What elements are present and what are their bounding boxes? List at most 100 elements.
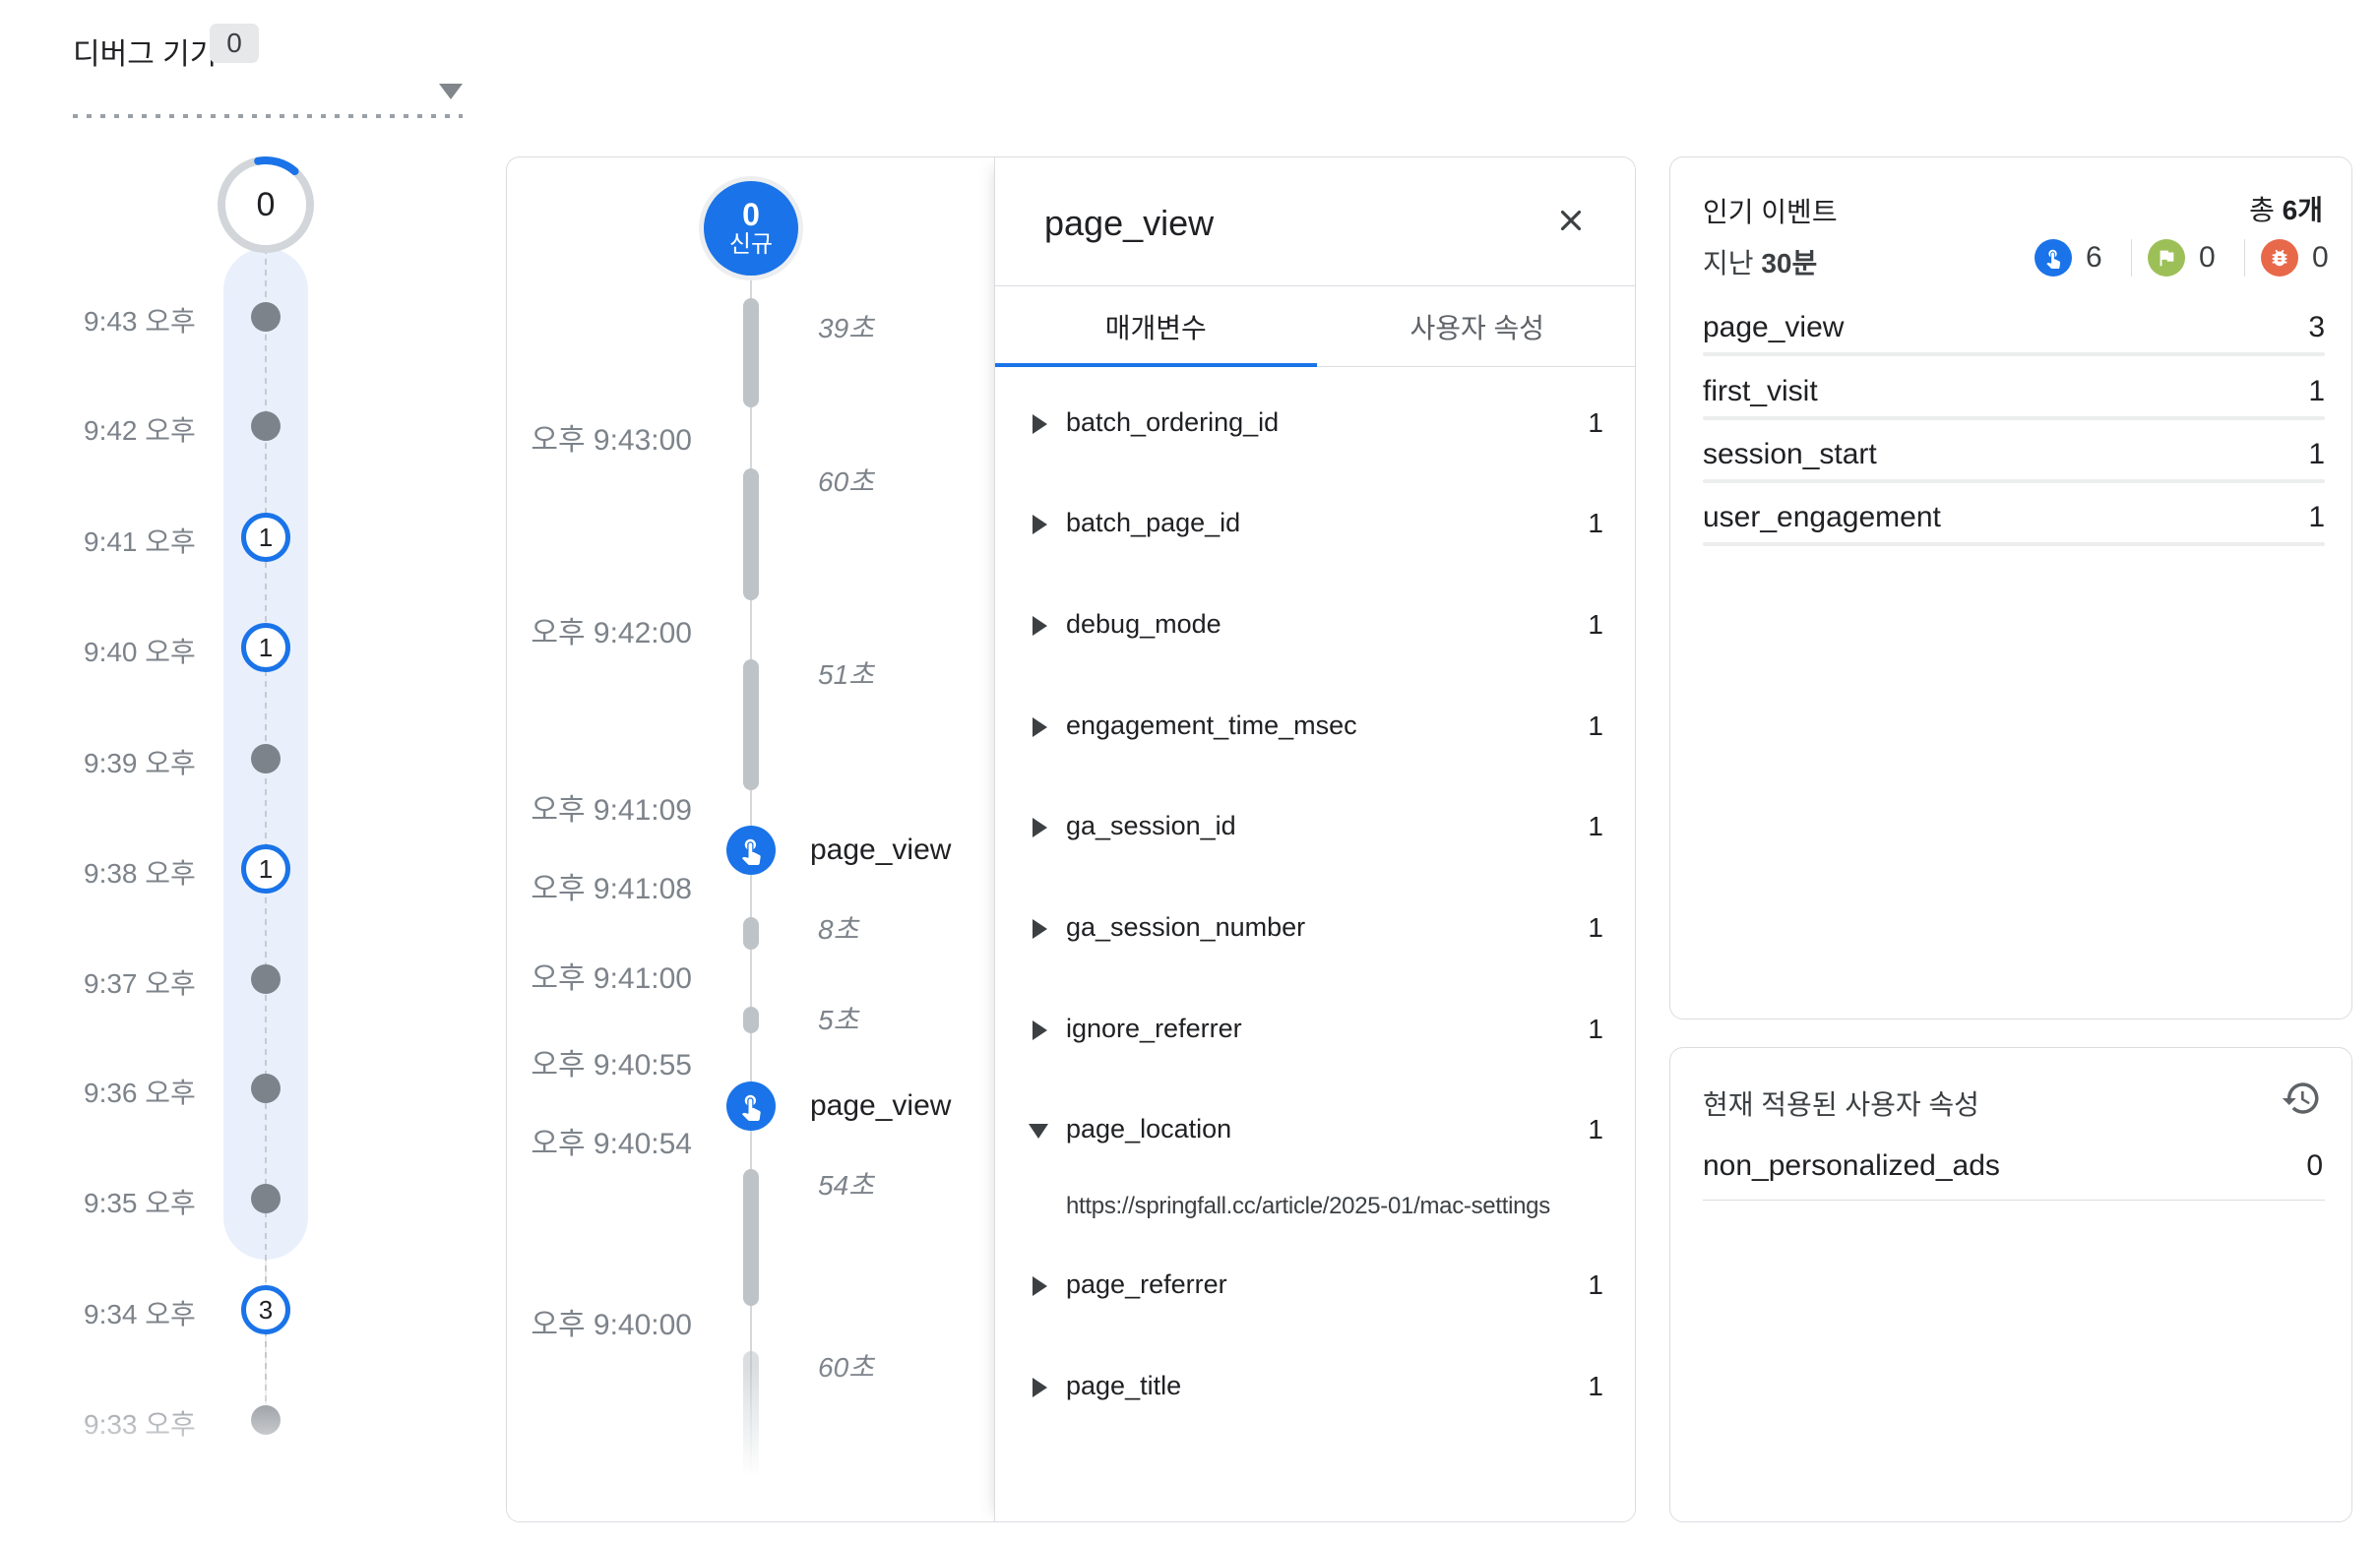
stream-event-name: page_view — [810, 834, 951, 867]
touch-event-icon — [726, 826, 776, 875]
top-event-name: first_visit — [1703, 375, 1818, 408]
event-stream-card: 0 신규 오후 9:43:00 오후 9:42:00 오후 9:41:09 오후… — [506, 156, 1636, 1522]
top-events-card: 인기 이벤트 총 6개 지난 30분 6 0 — [1669, 156, 2352, 1020]
timeline-count-marker[interactable]: 1 — [241, 844, 290, 894]
window-bold: 30분 — [1761, 248, 1817, 278]
user-properties-card: 현재 적용된 사용자 속성 non_personalized_ads 0 — [1669, 1047, 2352, 1522]
debug-device-count-badge: 0 — [210, 24, 259, 63]
tab-user-properties[interactable]: 사용자 속성 — [1317, 286, 1637, 367]
history-icon[interactable] — [2281, 1078, 2322, 1119]
param-detail-value: https://springfall.cc/article/2025-01/ma… — [1066, 1193, 1550, 1220]
stream-time-label: 오후 9:41:08 — [507, 864, 692, 907]
param-name: page_referrer — [1066, 1269, 1227, 1300]
param-row[interactable]: engagement_time_msec 1 — [995, 697, 1636, 756]
stream-event-row[interactable]: page_view — [726, 1082, 951, 1131]
tab-parameters[interactable]: 매개변수 — [995, 286, 1317, 367]
param-value: 1 — [1588, 711, 1603, 742]
param-row[interactable]: debug_mode 1 — [995, 595, 1636, 654]
param-row[interactable]: ga_session_id 1 — [995, 797, 1636, 856]
timeline-dot[interactable] — [251, 964, 281, 994]
error-count: 0 — [2312, 241, 2342, 275]
param-row[interactable]: batch_page_id 1 — [995, 494, 1636, 553]
timeline-dot[interactable] — [251, 1074, 281, 1103]
param-name: ga_session_number — [1066, 912, 1305, 943]
new-events-badge: 0 신규 — [704, 181, 798, 276]
bug-icon[interactable] — [2261, 239, 2298, 277]
expand-arrow-icon — [1033, 515, 1047, 534]
timeline-dot[interactable] — [251, 302, 281, 332]
touch-event-icon[interactable] — [2035, 239, 2072, 277]
timeline-dot[interactable] — [251, 1184, 281, 1213]
stream-event-name: page_view — [810, 1089, 951, 1123]
param-value: 1 — [1588, 1269, 1603, 1301]
conversion-count: 0 — [2199, 241, 2228, 275]
param-name: batch_page_id — [1066, 508, 1240, 538]
param-row[interactable]: ignore_referrer 1 — [995, 1000, 1636, 1059]
timeline-now-count: 0 — [215, 154, 317, 256]
timeline-time-label: 9:35 오후 — [84, 1182, 196, 1221]
new-events-label: 신규 — [729, 231, 773, 259]
stream-activity-segment — [743, 1169, 759, 1306]
event-type-counters: 6 0 0 — [2035, 239, 2342, 277]
new-events-count: 0 — [742, 198, 760, 231]
collapse-arrow-icon — [1029, 1124, 1048, 1139]
timeline-count-marker[interactable]: 1 — [241, 623, 290, 672]
touch-event-count: 6 — [2086, 241, 2115, 275]
top-event-name: session_start — [1703, 438, 1877, 471]
param-value: 1 — [1588, 1014, 1603, 1045]
timeline-time-label: 9:36 오후 — [84, 1072, 196, 1111]
event-bar-track — [1703, 352, 2325, 356]
time-window-label: 지난 30분 — [1703, 242, 1817, 281]
detail-tabbar: 매개변수 사용자 속성 — [995, 286, 1636, 367]
stream-activity-segment — [743, 468, 759, 600]
expand-arrow-icon — [1033, 616, 1047, 636]
stream-duration-label: 39초 — [818, 307, 874, 346]
param-row[interactable]: page_title 1 — [995, 1357, 1636, 1416]
timeline-dot[interactable] — [251, 744, 281, 773]
timeline-bottom-fade — [0, 1378, 492, 1545]
timeline-count-marker[interactable]: 1 — [241, 513, 290, 562]
param-name: ga_session_id — [1066, 811, 1236, 841]
param-value: 1 — [1588, 407, 1603, 439]
top-events-total: 총 6개 — [2249, 189, 2323, 228]
param-value: 1 — [1588, 508, 1603, 539]
timeline-dot[interactable] — [251, 411, 281, 441]
timeline-time-label: 9:34 오후 — [84, 1293, 196, 1332]
flag-icon[interactable] — [2148, 239, 2185, 277]
user-property-name: non_personalized_ads — [1703, 1149, 2000, 1183]
active-tab-underline — [995, 363, 1317, 367]
timeline-time-label: 9:39 오후 — [84, 742, 196, 781]
timeline-time-label: 9:37 오후 — [84, 962, 196, 1002]
counter-divider — [2244, 239, 2245, 277]
timeline-time-label: 9:40 오후 — [84, 631, 196, 670]
timeline-time-label: 9:42 오후 — [84, 409, 196, 449]
param-row[interactable]: page_referrer 1 — [995, 1256, 1636, 1315]
device-dropdown-divider — [73, 114, 463, 118]
stream-duration-label: 5초 — [818, 999, 858, 1038]
event-bar-track — [1703, 479, 2325, 483]
param-name: ignore_referrer — [1066, 1014, 1242, 1044]
stream-duration-label: 51초 — [818, 653, 874, 693]
stream-time-label: 오후 9:40:54 — [507, 1119, 692, 1162]
expand-arrow-icon — [1033, 1020, 1047, 1040]
param-row[interactable]: batch_ordering_id 1 — [995, 394, 1636, 453]
event-bar-track — [1703, 542, 2325, 546]
top-event-count: 1 — [2308, 501, 2325, 534]
event-detail-title: page_view — [1044, 203, 1214, 244]
stream-event-row[interactable]: page_view — [726, 826, 951, 875]
top-event-count: 1 — [2308, 438, 2325, 471]
ga-debugview-page: 디버그 기기 0 0 9:43 오후 9:42 오후 9:41 오후 1 9:4… — [0, 0, 2380, 1545]
param-value: 1 — [1588, 609, 1603, 641]
top-event-name: user_engagement — [1703, 501, 1941, 534]
param-row[interactable]: page_location 1 — [995, 1100, 1636, 1159]
stream-duration-label: 8초 — [818, 908, 858, 948]
timeline-count-marker[interactable]: 3 — [241, 1285, 290, 1334]
stream-activity-segment — [743, 917, 759, 950]
close-icon[interactable] — [1551, 201, 1591, 240]
expand-arrow-icon — [1033, 414, 1047, 434]
device-dropdown-icon[interactable] — [439, 84, 463, 99]
user-property-value: 0 — [2306, 1149, 2323, 1183]
timeline-time-label: 9:43 오후 — [84, 300, 196, 340]
stream-time-label: 오후 9:42:00 — [507, 608, 692, 651]
param-row[interactable]: ga_session_number 1 — [995, 898, 1636, 958]
